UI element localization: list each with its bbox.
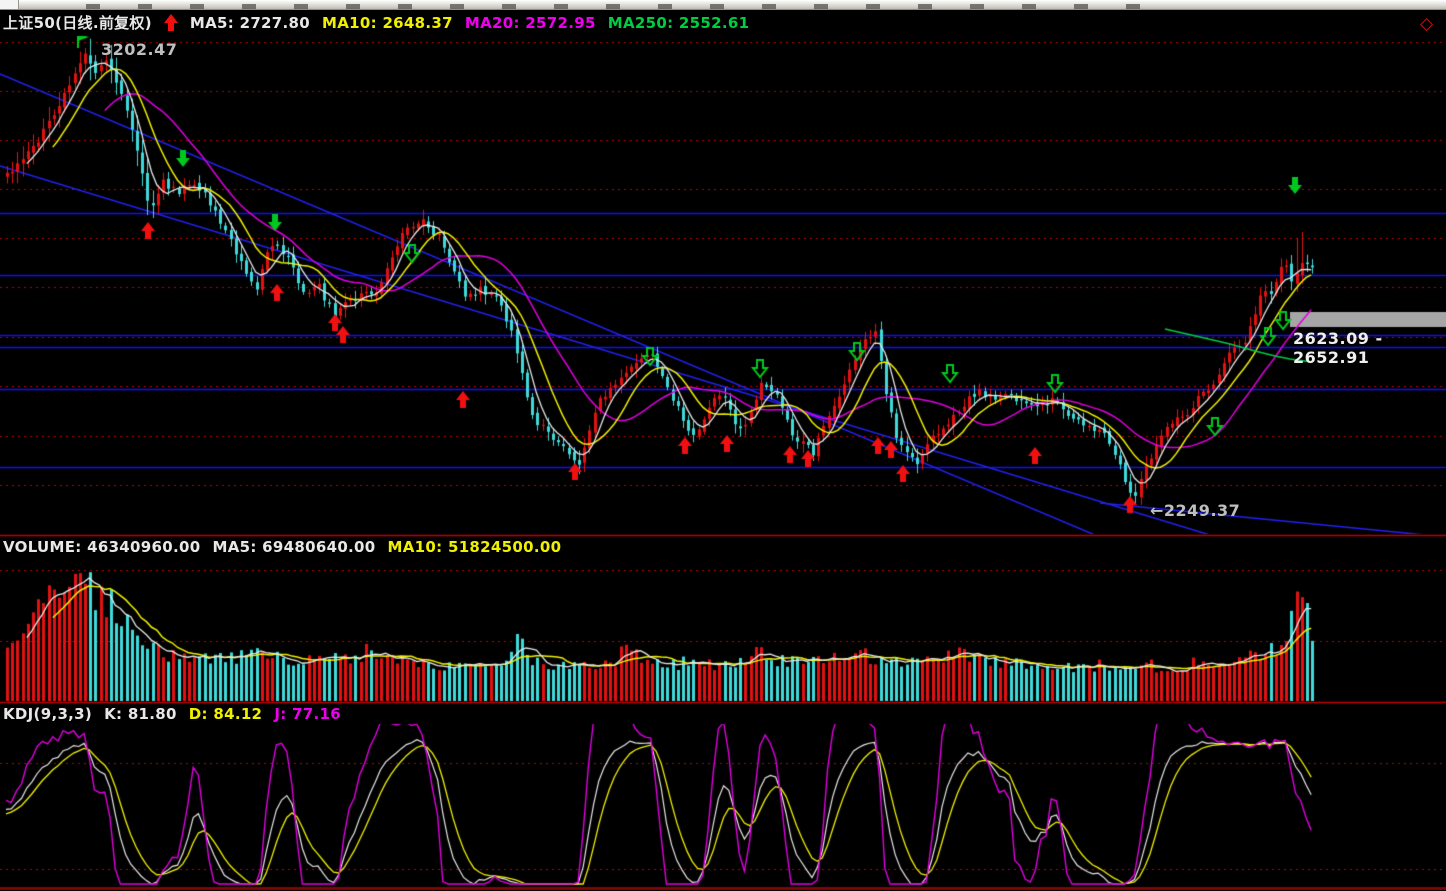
volume-ma5-value: MA5: 69480640.00 (212, 538, 375, 556)
kdj-name: KDJ(9,3,3) (3, 705, 92, 723)
volume-ma10-value: MA10: 51824500.00 (388, 538, 562, 556)
ma5-value: MA5: 2727.80 (190, 14, 310, 32)
kdj-k-value: K: 81.80 (104, 705, 177, 723)
volume-panel-header: VOLUME: 46340960.00 MA5: 69480640.00 MA1… (3, 538, 561, 556)
menu-bar-clipped[interactable] (0, 0, 1446, 10)
trading-app-window: 上证50(日线.前复权) MA5: 2727.80 MA10: 2648.37 … (0, 0, 1446, 891)
ma250-value: MA250: 2552.61 (608, 14, 750, 32)
ma10-value: MA10: 2648.37 (322, 14, 453, 32)
volume-value: VOLUME: 46340960.00 (3, 538, 200, 556)
symbol-title: 上证50(日线.前复权) (3, 12, 152, 33)
diamond-icon[interactable]: ◇ (1420, 14, 1433, 34)
menu-items-clipped (86, 4, 1166, 9)
kdj-d-value: D: 84.12 (189, 705, 263, 723)
peak-price-label: 3202.47 (101, 40, 177, 59)
kdj-panel-header: KDJ(9,3,3) K: 81.80 D: 84.12 J: 77.16 (3, 705, 341, 723)
up-arrow-icon (164, 14, 178, 31)
ma20-value: MA20: 2572.95 (465, 14, 596, 32)
main-chart-header: 上证50(日线.前复权) MA5: 2727.80 MA10: 2648.37 … (3, 12, 749, 33)
app-logo (0, 0, 19, 9)
kdj-j-value: J: 77.16 (274, 705, 341, 723)
low-price-label: ←2249.37 (1150, 501, 1240, 520)
price-range-label: 2623.09 - 2652.91 (1293, 329, 1446, 367)
chart-canvas[interactable] (0, 0, 1446, 891)
